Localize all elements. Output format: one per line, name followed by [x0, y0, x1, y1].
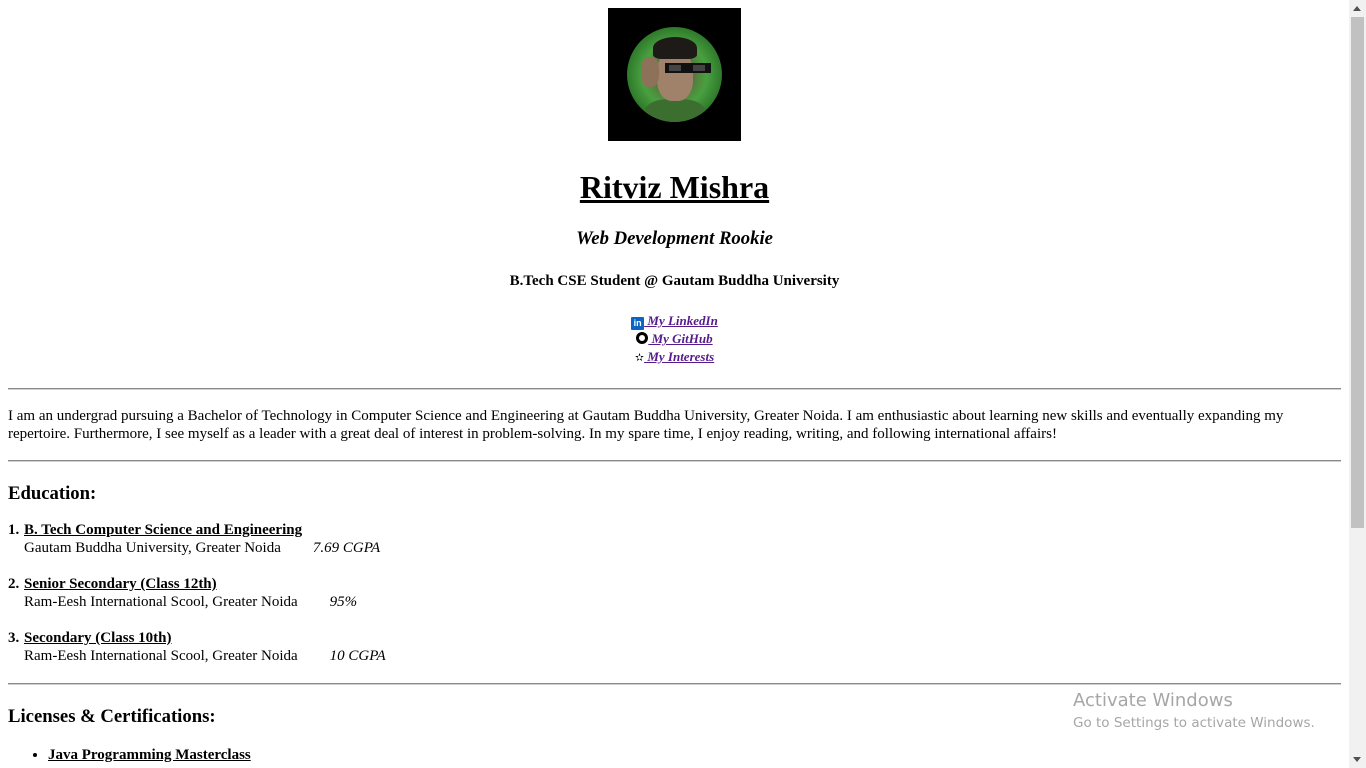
github-link[interactable]: My GitHub — [648, 331, 713, 346]
degree-title: B. Tech Computer Science and Engineering — [24, 522, 303, 538]
institution-name: Ram-Eesh International Scool, Greater No… — [24, 594, 298, 610]
certification-item: Java Programming Masterclass — [48, 746, 1341, 764]
scroll-down-arrow-icon[interactable] — [1349, 751, 1366, 768]
divider — [8, 388, 1341, 390]
institution-name: Ram-Eesh International Scool, Greater No… — [24, 648, 298, 664]
interests-link[interactable]: My Interests — [644, 349, 714, 364]
watermark-title: Activate Windows — [1073, 690, 1233, 711]
profile-school: B.Tech CSE Student @ Gautam Buddha Unive… — [509, 273, 840, 289]
education-score: 7.69 CGPA — [312, 540, 381, 556]
scrollbar-thumb[interactable] — [1351, 17, 1364, 528]
divider — [8, 683, 1341, 685]
education-heading: Education: — [8, 483, 97, 504]
linkedin-icon: in — [631, 317, 645, 330]
profile-tagline: Web Development Rookie — [576, 228, 773, 249]
profile-photo — [608, 8, 741, 141]
education-item: 2. Senior Secondary (Class 12th) Ram-Ees… — [8, 576, 358, 610]
link-row-github: My GitHub — [8, 330, 1341, 348]
social-links: in My LinkedIn My GitHub ✫ My Interests — [8, 312, 1341, 367]
education-item: 3. Secondary (Class 10th) Ram-Eesh Inter… — [8, 630, 386, 664]
certifications-list: Java Programming Masterclass — [8, 746, 1341, 764]
degree-title: Senior Secondary (Class 12th) — [24, 576, 217, 592]
link-row-interests: ✫ My Interests — [8, 348, 1341, 367]
about-paragraph: I am an undergrad pursuing a Bachelor of… — [8, 408, 1284, 442]
scroll-up-arrow-icon[interactable] — [1349, 0, 1366, 17]
link-row-linkedin: in My LinkedIn — [8, 312, 1341, 330]
vertical-scrollbar[interactable] — [1349, 0, 1366, 768]
profile-header: Ritviz Mishra Web Development Rookie B.T… — [8, 8, 1341, 367]
github-icon — [636, 332, 649, 344]
education-score: 10 CGPA — [329, 648, 386, 664]
sunglasses — [665, 63, 711, 73]
institution-name: Gautam Buddha University, Greater Noida — [24, 540, 281, 556]
divider — [8, 460, 1341, 462]
profile-photo-circle — [627, 27, 722, 122]
activate-windows-watermark: Activate Windows Go to Settings to activ… — [1073, 689, 1315, 733]
star-icon: ✫ — [634, 351, 645, 364]
education-item: 1. B. Tech Computer Science and Engineer… — [8, 522, 381, 556]
watermark-subtitle: Go to Settings to activate Windows. — [1073, 715, 1315, 731]
linkedin-link[interactable]: My LinkedIn — [644, 313, 717, 328]
profile-name: Ritviz Mishra — [579, 169, 770, 205]
degree-title: Secondary (Class 10th) — [24, 630, 172, 646]
education-score: 95% — [329, 594, 358, 610]
profile-page: Ritviz Mishra Web Development Rookie B.T… — [8, 0, 1341, 764]
education-list: 1. B. Tech Computer Science and Engineer… — [8, 521, 1341, 665]
